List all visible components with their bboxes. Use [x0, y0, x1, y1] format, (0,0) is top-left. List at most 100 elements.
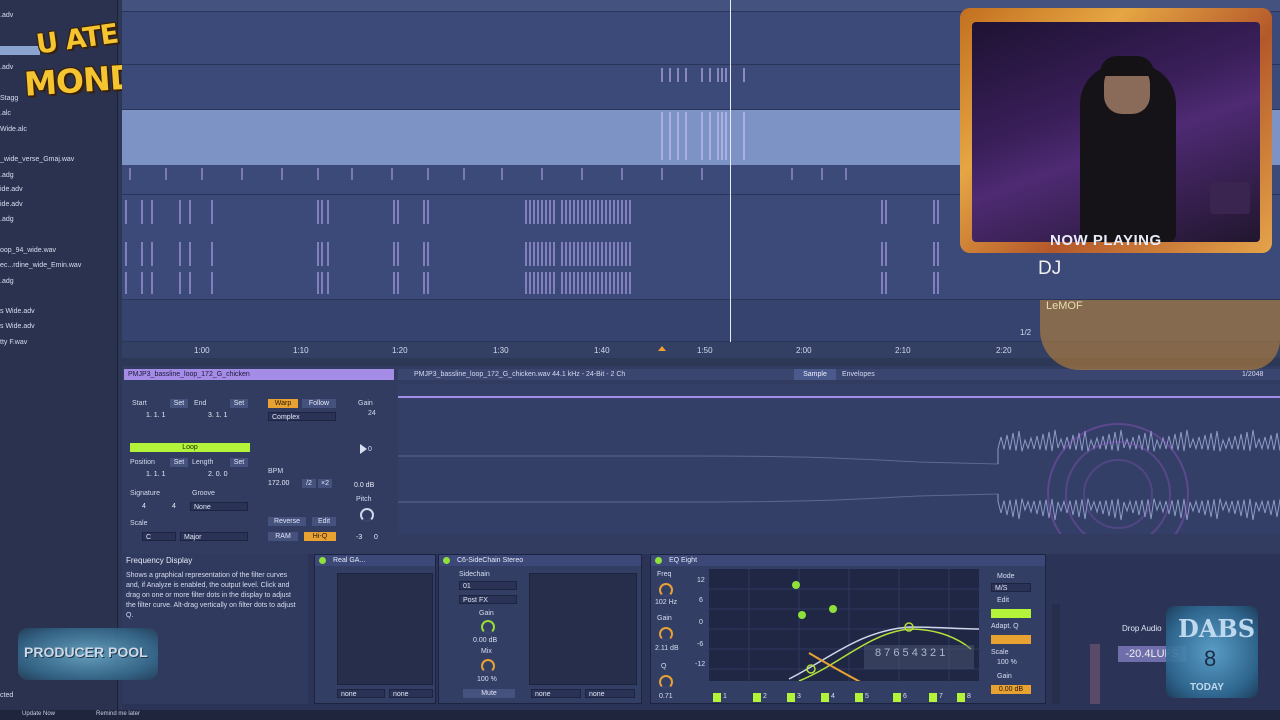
freq-value[interactable]: 102 Hz [655, 599, 677, 606]
bpm-value[interactable]: 172.00 [268, 480, 289, 487]
loop-marker-icon[interactable] [658, 346, 666, 351]
macro-select-2[interactable]: none [389, 689, 433, 698]
end-set-button[interactable]: Set [230, 399, 248, 408]
band-7-toggle[interactable] [929, 693, 937, 702]
loop-button[interactable]: Loop [130, 443, 250, 452]
macro-select-4[interactable]: none [585, 689, 635, 698]
length-set-button[interactable]: Set [230, 458, 248, 467]
device-power-icon[interactable] [319, 557, 326, 564]
hiq-button[interactable]: Hi-Q [304, 532, 336, 541]
band-1-toggle[interactable] [713, 693, 721, 702]
gain-max: 24 [368, 410, 376, 417]
q-knob[interactable] [659, 675, 673, 689]
browser-item[interactable]: Stagg [0, 95, 18, 102]
start-set-button[interactable]: Set [170, 399, 188, 408]
q-value[interactable]: 0.71 [659, 693, 673, 700]
tab-envelopes[interactable]: Envelopes [842, 369, 875, 380]
mode-select[interactable]: M/S [991, 583, 1031, 592]
browser-item[interactable]: ide.adv [0, 186, 23, 193]
macro-select-3[interactable]: none [531, 689, 581, 698]
length-value[interactable]: 2. 0. 0 [208, 471, 227, 478]
sc-mix-knob[interactable] [481, 659, 495, 673]
end-value[interactable]: 3. 1. 1 [208, 412, 227, 419]
adapt-q-toggle[interactable] [991, 635, 1031, 644]
macro-select-1[interactable]: none [337, 689, 385, 698]
playhead[interactable] [730, 0, 731, 342]
db-scale: 0 [699, 619, 703, 626]
device-sidechain[interactable]: C6-SideChain Stereo Sidechain 01 Post FX… [438, 554, 642, 704]
ram-button[interactable]: RAM [268, 532, 298, 541]
browser-item[interactable]: _wide_verse_Gmaj.wav [0, 156, 74, 163]
band-2-toggle[interactable] [753, 693, 761, 702]
sample-waveform[interactable] [398, 384, 1280, 534]
sidechain-channel-select[interactable]: 01 [459, 581, 517, 590]
adapt-q-label: Adapt. Q [991, 623, 1019, 630]
update-now-button[interactable]: Update Now [22, 711, 55, 717]
double-tempo-button[interactable]: ×2 [318, 479, 332, 488]
browser-item[interactable]: .adg [0, 278, 14, 285]
browser-item[interactable]: .adv [0, 64, 13, 71]
position-set-button[interactable]: Set [170, 458, 188, 467]
eq-gain-value[interactable]: 2.11 dB [655, 645, 679, 652]
output-gain-value[interactable]: 0.00 dB [991, 685, 1031, 694]
bpm-label: BPM [268, 468, 284, 475]
gain-slider-handle-icon[interactable] [360, 444, 367, 454]
eq-gain-knob[interactable] [659, 627, 673, 641]
browser-item[interactable]: .alc [0, 110, 11, 117]
clip-name[interactable]: PMJP3_bassline_loop_172_G_chicken [124, 369, 394, 380]
browser-item[interactable]: tty F.wav [0, 339, 27, 346]
freq-knob[interactable] [659, 583, 673, 597]
post-fx-select[interactable]: Post FX [459, 595, 517, 604]
scale-value[interactable]: 100 % [997, 659, 1017, 666]
band-3-toggle[interactable] [787, 693, 795, 702]
band-6-toggle[interactable] [893, 693, 901, 702]
browser-item[interactable]: oop_94_wide.wav [0, 247, 56, 254]
browser-item[interactable]: Wide.alc [0, 126, 27, 133]
device-power-icon[interactable] [655, 557, 662, 564]
device-real-ga[interactable]: Real GA... none none [314, 554, 436, 704]
pitch-value[interactable]: -3 [356, 534, 362, 541]
tab-sample[interactable]: Sample [794, 369, 836, 380]
band-8-toggle[interactable] [957, 693, 965, 702]
scale-key-select[interactable]: C [142, 532, 176, 541]
pitch-fine-value[interactable]: 0 [374, 534, 378, 541]
band-4-toggle[interactable] [821, 693, 829, 702]
browser-item[interactable]: ide.adv [0, 201, 23, 208]
start-value[interactable]: 1. 1. 1 [146, 412, 165, 419]
eq-frequency-display[interactable]: 8 7 6 5 4 3 2 1 [709, 569, 979, 681]
band-5-toggle[interactable] [855, 693, 863, 702]
ruler-tick: 1:10 [293, 346, 309, 355]
gain-value[interactable]: 0.0 dB [354, 482, 374, 489]
browser-item[interactable]: ec...rdine_wide_Emin.wav [0, 262, 81, 269]
device-power-icon[interactable] [443, 557, 450, 564]
position-value[interactable]: 1. 1. 1 [146, 471, 165, 478]
pitch-knob[interactable] [360, 508, 374, 522]
sc-mix-value[interactable]: 100 % [477, 676, 497, 683]
browser-item[interactable]: .adg [0, 216, 14, 223]
browser-item[interactable]: .adv [0, 12, 13, 19]
sc-gain-knob[interactable] [481, 620, 495, 634]
half-tempo-button[interactable]: /2 [302, 479, 316, 488]
browser-item[interactable]: s Wide.adv [0, 308, 35, 315]
xy-pad[interactable] [337, 573, 433, 685]
clip-view: PMJP3_bassline_loop_172_G_chicken PMJP3_… [122, 366, 1280, 554]
sc-gain-value[interactable]: 0.00 dB [473, 637, 497, 644]
reverse-button[interactable]: Reverse [268, 517, 306, 526]
mute-button[interactable]: Mute [463, 689, 515, 698]
browser-item[interactable]: s Wide.adv [0, 323, 35, 330]
device-eq-eight[interactable]: EQ Eight Freq 102 Hz Gain 2.11 dB Q 0.71… [650, 554, 1046, 704]
scale-mode-select[interactable]: Major [180, 532, 248, 541]
drop-audio-label[interactable]: Drop Audio [1122, 624, 1162, 633]
groove-select[interactable]: None [190, 502, 248, 511]
xy-pad[interactable] [529, 573, 637, 685]
browser-item[interactable]: .adg [0, 172, 14, 179]
signature-denominator[interactable]: 4 [172, 503, 176, 510]
edit-button[interactable]: Edit [312, 517, 336, 526]
signature-numerator[interactable]: 4 [142, 503, 146, 510]
warp-mode-select[interactable]: Complex [268, 412, 336, 421]
groove-label: Groove [192, 490, 215, 497]
follow-button[interactable]: Follow [302, 399, 336, 408]
warp-button[interactable]: Warp [268, 399, 298, 408]
remind-later-button[interactable]: Remind me later [96, 711, 140, 717]
edit-toggle[interactable] [991, 609, 1031, 618]
